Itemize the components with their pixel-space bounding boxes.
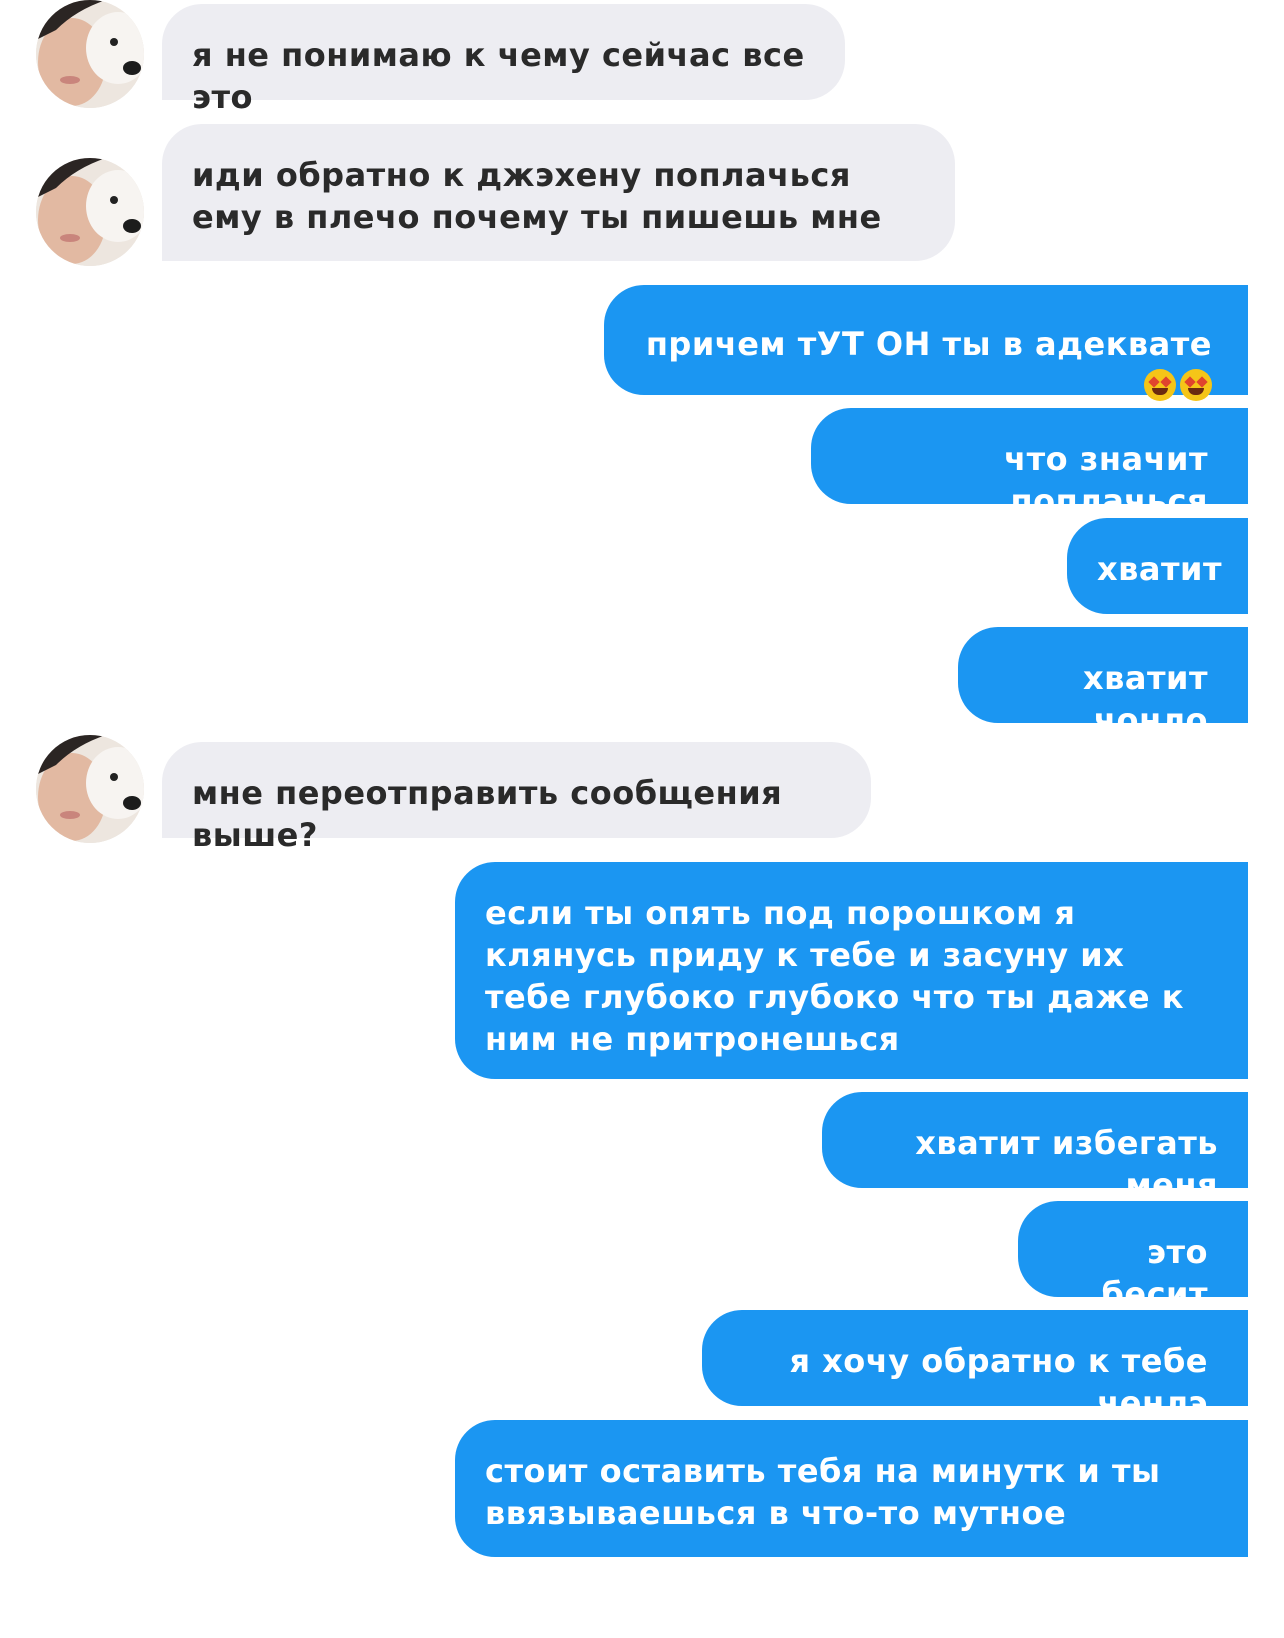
message-text: стоит оставить тебя на минутк и ты ввязы… <box>485 1452 1161 1532</box>
avatar[interactable] <box>36 0 144 108</box>
message-text: хватит чонло <box>1083 659 1208 739</box>
avatar[interactable] <box>36 158 144 266</box>
message-text: мне переотправить сообщения выше? <box>192 774 783 854</box>
message-bubble-outgoing[interactable]: это бесит <box>1018 1201 1248 1313</box>
avatar-photo <box>36 158 144 266</box>
message-bubble-outgoing[interactable]: причем тУТ ОН ты в адеквате <box>604 285 1248 401</box>
message-bubble-outgoing[interactable]: хватит <box>1067 518 1248 614</box>
avatar-photo <box>36 0 144 108</box>
message-bubble-incoming[interactable]: иди обратно к джэхену поплачься ему в пл… <box>162 124 955 261</box>
avatar-photo <box>36 735 144 843</box>
message-text: иди обратно к джэхену поплачься ему в пл… <box>192 156 882 236</box>
message-text: хватит <box>1097 550 1222 588</box>
message-text: это бесит <box>1101 1233 1208 1313</box>
message-bubble-outgoing[interactable]: что значит поплачься <box>811 408 1248 520</box>
message-bubble-outgoing[interactable]: если ты опять под порошком я клянусь при… <box>455 862 1248 1079</box>
message-text: что значит поплачься <box>1004 440 1208 520</box>
star-struck-emoji-icon <box>1180 369 1212 401</box>
message-text: я хочу обратно к тебе ченлэ <box>789 1342 1208 1422</box>
message-bubble-incoming[interactable]: мне переотправить сообщения выше? <box>162 742 871 854</box>
message-text: если ты опять под порошком я клянусь при… <box>485 894 1184 1058</box>
message-bubble-outgoing[interactable]: стоит оставить тебя на минутк и ты ввязы… <box>455 1420 1248 1557</box>
message-bubble-outgoing[interactable]: хватит избегать меня <box>822 1092 1248 1204</box>
star-struck-emoji-icon <box>1144 369 1176 401</box>
message-bubble-outgoing[interactable]: я хочу обратно к тебе ченлэ <box>702 1310 1248 1422</box>
message-bubble-incoming[interactable]: я не понимаю к чему сейчас все это <box>162 4 845 116</box>
message-text: хватит избегать меня <box>915 1124 1218 1204</box>
message-bubble-outgoing[interactable]: хватит чонло <box>958 627 1248 739</box>
message-text: я не понимаю к чему сейчас все это <box>192 36 805 116</box>
avatar[interactable] <box>36 735 144 843</box>
message-text: причем тУТ ОН ты в адеквате <box>645 325 1212 363</box>
